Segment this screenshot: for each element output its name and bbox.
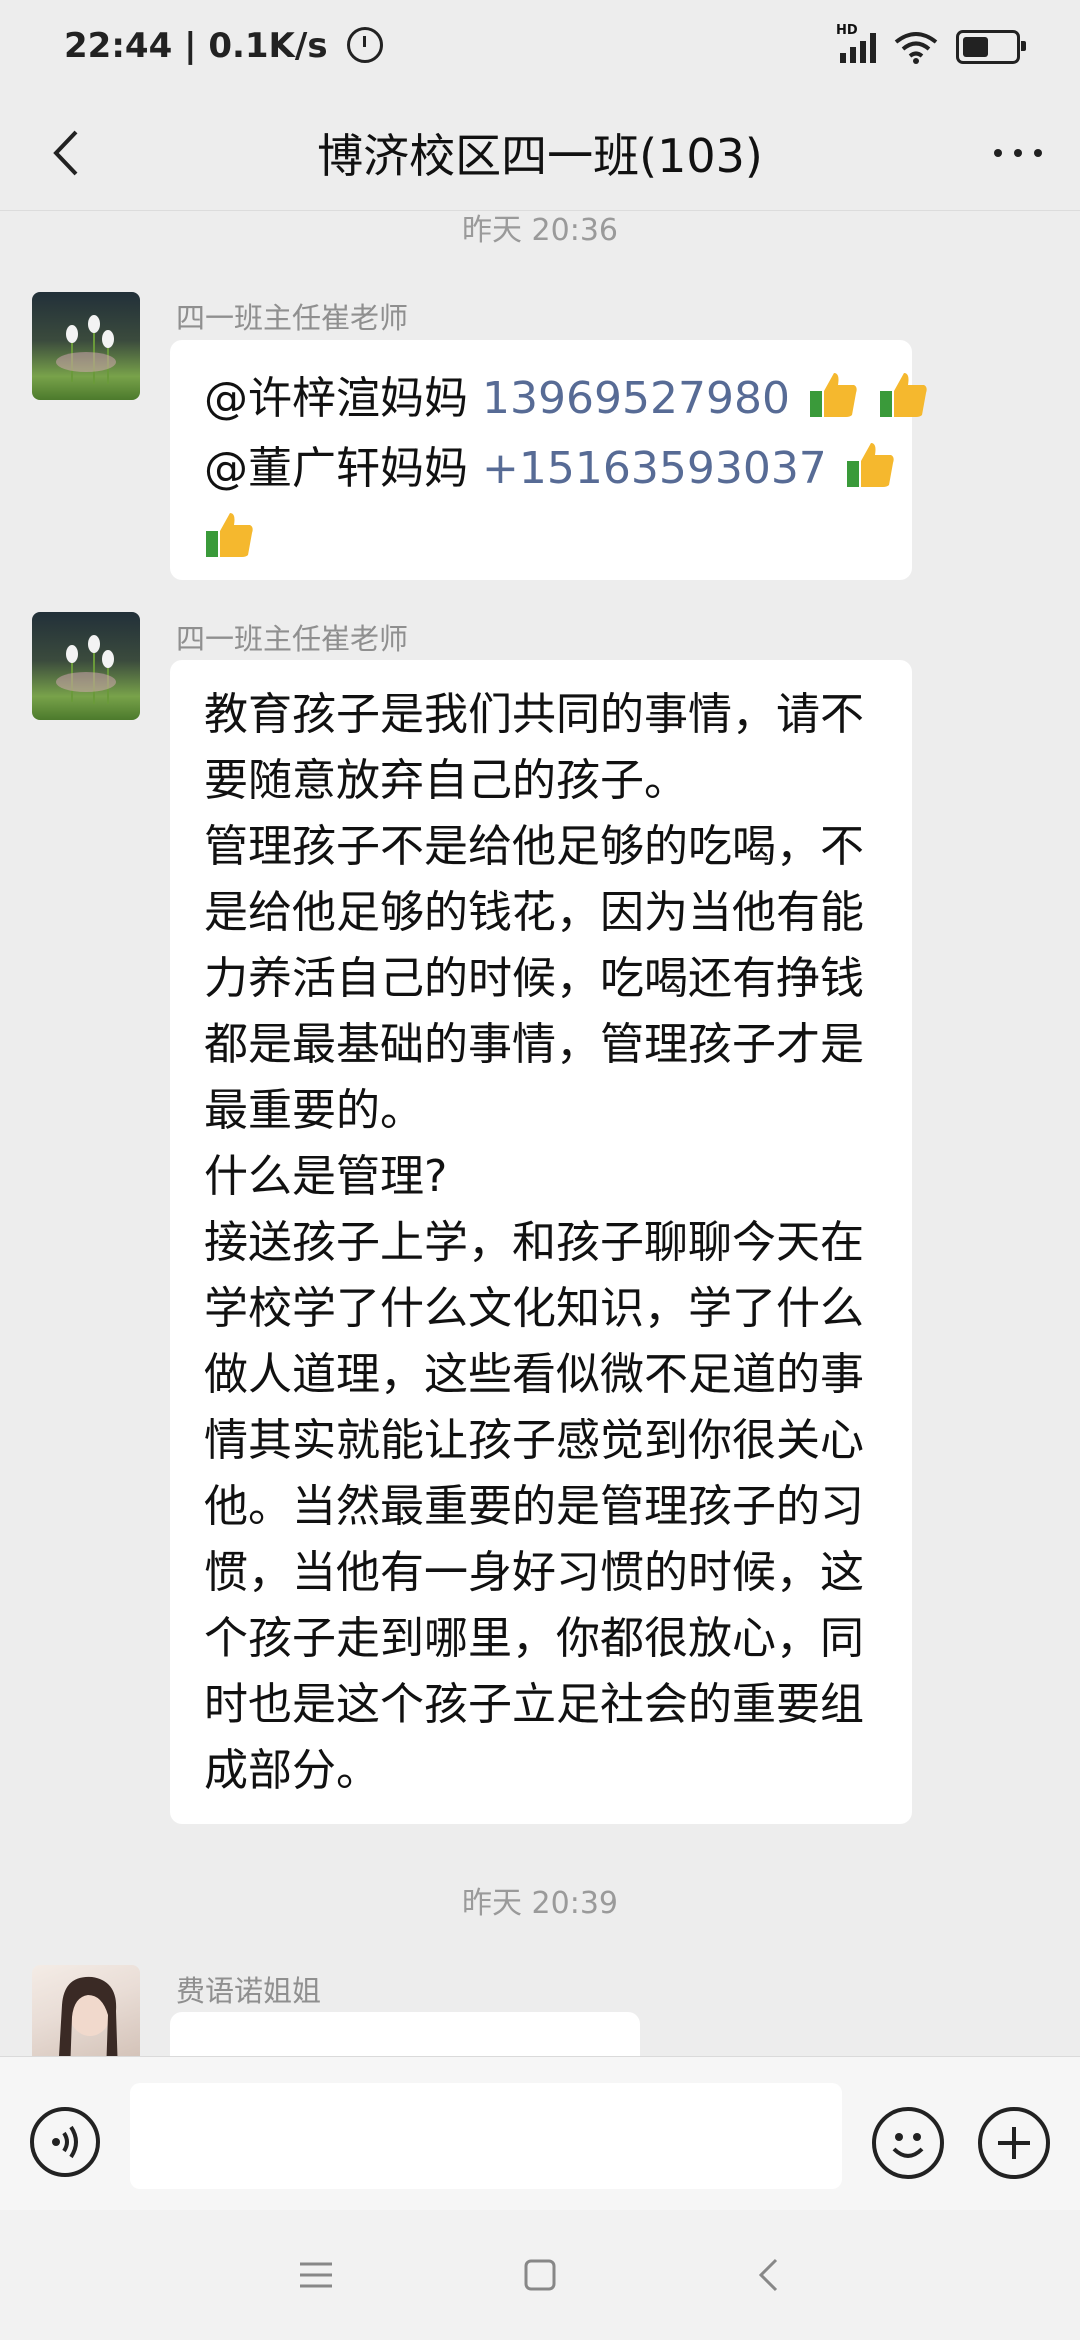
alarm-icon (347, 26, 384, 63)
message-text-line: 时也是这个孩子立足社会的重要组 (204, 1679, 864, 1730)
sender-name: 费语诺姐姐 (176, 1974, 322, 2008)
flower-avatar (56, 315, 116, 384)
status-time: 22:44 | 0.1K/s (64, 26, 384, 66)
system-back-button[interactable] (733, 2240, 803, 2310)
message-text-line: 个孩子走到哪里，你都很放心，同 (204, 1613, 864, 1664)
message-text-line: 都是最基础的事情，管理孩子才是 (204, 1019, 864, 1070)
message-text-line: 力养活自己的时候，吃喝还有挣钱 (204, 953, 864, 1004)
page-title: 博济校区四一班(103) (317, 129, 763, 183)
chat-header: 博济校区四一班(103) (0, 100, 1080, 211)
more-dots-icon (994, 149, 1042, 157)
menu-icon (300, 2262, 332, 2288)
mention-name: @董广轩妈妈 (204, 443, 482, 494)
voice-icon (52, 2125, 78, 2159)
message-text-line: 教育孩子是我们共同的事情，请不 (204, 689, 864, 740)
thumbs-up-icon (846, 443, 894, 487)
sender-name: 四一班主任崔老师 (176, 301, 409, 335)
message-bubble[interactable]: @许梓渲妈妈 13969527980 @董广轩妈妈 +15163593037 (170, 340, 927, 580)
home-icon (524, 2259, 556, 2291)
voice-button[interactable] (30, 2107, 100, 2177)
system-navigation-bar (0, 2210, 1080, 2340)
message-input[interactable] (130, 2083, 842, 2189)
status-icons: HD (836, 23, 1026, 64)
message-text-line: 情其实就能让孩子感觉到你很关心 (204, 1415, 864, 1466)
more-button[interactable] (978, 118, 1058, 188)
message-text-line: 是给他足够的钱花，因为当他有能 (204, 887, 864, 938)
signal-icon: HD (836, 23, 876, 63)
message-text-line: 惯，当他有一身好习惯的时候，这 (204, 1547, 864, 1598)
status-bar: 22:44 | 0.1K/s HD (0, 0, 1080, 100)
message-text-line: 接送孩子上学，和孩子聊聊今天在 (204, 1217, 864, 1268)
wifi-icon (894, 32, 938, 64)
home-button[interactable] (505, 2240, 575, 2310)
hd-label: HD (836, 23, 858, 38)
sender-name: 四一班主任崔老师 (176, 622, 409, 656)
message-bubble[interactable]: 教育孩子是我们共同的事情，请不 要随意放弃自己的孩子。管理孩子不是给他足够的吃喝，… (170, 660, 912, 1824)
thumbs-up-icon (809, 373, 857, 417)
back-icon (758, 2258, 778, 2292)
timestamp: 昨天 20:39 (462, 1886, 618, 1921)
message-text-line: 管理孩子不是给他足够的吃喝，不 (204, 821, 864, 872)
emoji-icon (892, 2133, 924, 2158)
emoji-button[interactable] (872, 2107, 944, 2179)
avatar[interactable] (32, 612, 140, 720)
message-text-line: 做人道理，这些看似微不足道的事 (204, 1349, 864, 1400)
phone-link[interactable]: +15163593037 (482, 443, 827, 494)
mention-line: @许梓渲妈妈 13969527980 (204, 364, 927, 434)
plus-button[interactable] (978, 2107, 1050, 2179)
plus-icon (998, 2127, 1030, 2159)
battery-icon (956, 30, 1026, 64)
phone-link[interactable]: 13969527980 (482, 373, 790, 424)
mention-line (204, 504, 878, 574)
message-text-line: 最重要的。 (204, 1085, 424, 1136)
mention-name: @许梓渲妈妈 (204, 373, 482, 424)
avatar[interactable] (32, 292, 140, 400)
message-text-line: 他。当然最重要的是管理孩子的习 (204, 1481, 864, 1532)
menu-button[interactable] (281, 2240, 351, 2310)
message-text-line: 要随意放弃自己的孩子。 (204, 755, 688, 806)
flower-avatar (56, 635, 116, 704)
timestamp: 昨天 20:36 (462, 213, 618, 248)
message-text-line: 成部分。 (204, 1745, 380, 1796)
thumbs-up-icon (879, 373, 927, 417)
status-time-speed: 22:44 | 0.1K/s (64, 26, 328, 66)
message-text-line: 什么是管理? (204, 1151, 448, 1202)
battery-level (963, 37, 988, 57)
input-bar (0, 2056, 1080, 2211)
mention-line: @董广轩妈妈 +15163593037 (204, 434, 894, 504)
chevron-left-icon (53, 130, 78, 176)
message-text-line: 学校学了什么文化知识，学了什么 (204, 1283, 864, 1334)
back-button[interactable] (30, 118, 100, 188)
thumbs-up-icon (206, 513, 253, 557)
